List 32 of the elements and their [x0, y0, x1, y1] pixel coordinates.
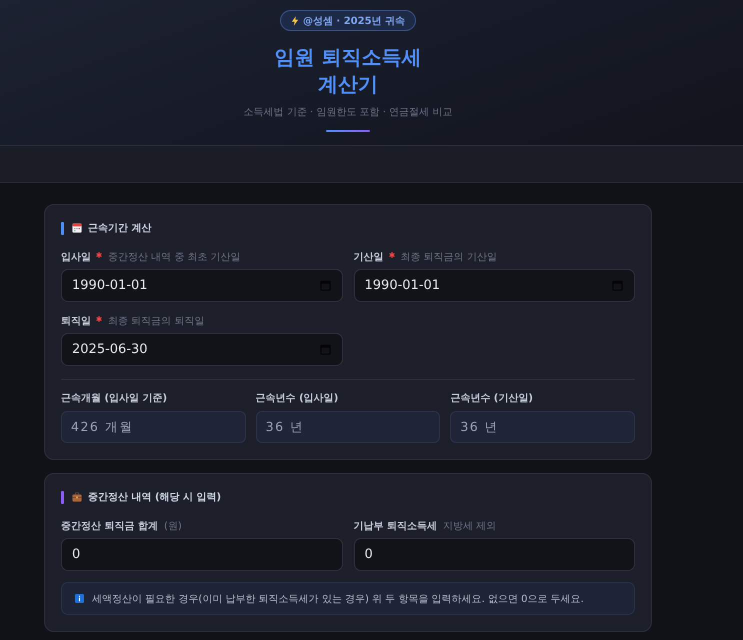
- section-title: 중간정산 내역 (해당 시 입력): [88, 491, 222, 504]
- field-hint: 지방세 제외: [442, 520, 496, 532]
- date-field[interactable]: 1990-01-01: [354, 269, 635, 302]
- field-hint: 중간정산 내역 중 최초 기산일: [108, 250, 241, 264]
- briefcase-icon: [72, 492, 82, 502]
- field-hint: (원): [164, 520, 182, 532]
- result-label: 근속개월 (입사일 기준): [61, 392, 168, 405]
- result-value: 426 개월: [61, 411, 246, 443]
- page-title: 임원 퇴직소득세 계산기: [274, 44, 422, 98]
- section-title: 근속기간 계산: [88, 222, 152, 235]
- field-label: 퇴직일: [61, 314, 91, 328]
- number-field[interactable]: 0: [354, 538, 635, 571]
- result-value: 36 년: [450, 411, 635, 443]
- info-icon: [75, 594, 84, 603]
- field-label: 기산일: [354, 250, 384, 264]
- field-label: 기납부 퇴직소득세: [354, 520, 437, 532]
- field-hint: 최종 퇴직금의 퇴직일: [108, 314, 204, 328]
- field-hint: 최종 퇴직금의 기산일: [400, 250, 497, 264]
- title-underline: [326, 130, 370, 132]
- calendar-icon: [72, 223, 82, 233]
- result-value: 36 년: [256, 411, 440, 443]
- number-field[interactable]: 0: [61, 538, 342, 571]
- lightning-icon: [290, 16, 299, 26]
- info-text: 세액정산이 필요한 경우(이미 납부한 퇴직소득세가 있는 경우) 위 두 항목을 입력하세요. 없으면 0으로 두세요.: [92, 592, 584, 606]
- subtitle: 소득세법 기준 · 임원한도 포함 · 연금절세 비교: [244, 106, 452, 119]
- field-label: 중간정산 퇴직금 합계: [61, 520, 158, 532]
- date-field[interactable]: 2025-06-30: [61, 333, 342, 366]
- result-label: 근속년수 (입사일): [256, 392, 340, 405]
- date-field[interactable]: 1990-01-01: [61, 269, 342, 302]
- result-label: 근속년수 (기산일): [450, 392, 534, 405]
- badge-text: @성셈 · 2025년 귀속: [302, 14, 406, 28]
- field-label: 입사일: [61, 250, 91, 264]
